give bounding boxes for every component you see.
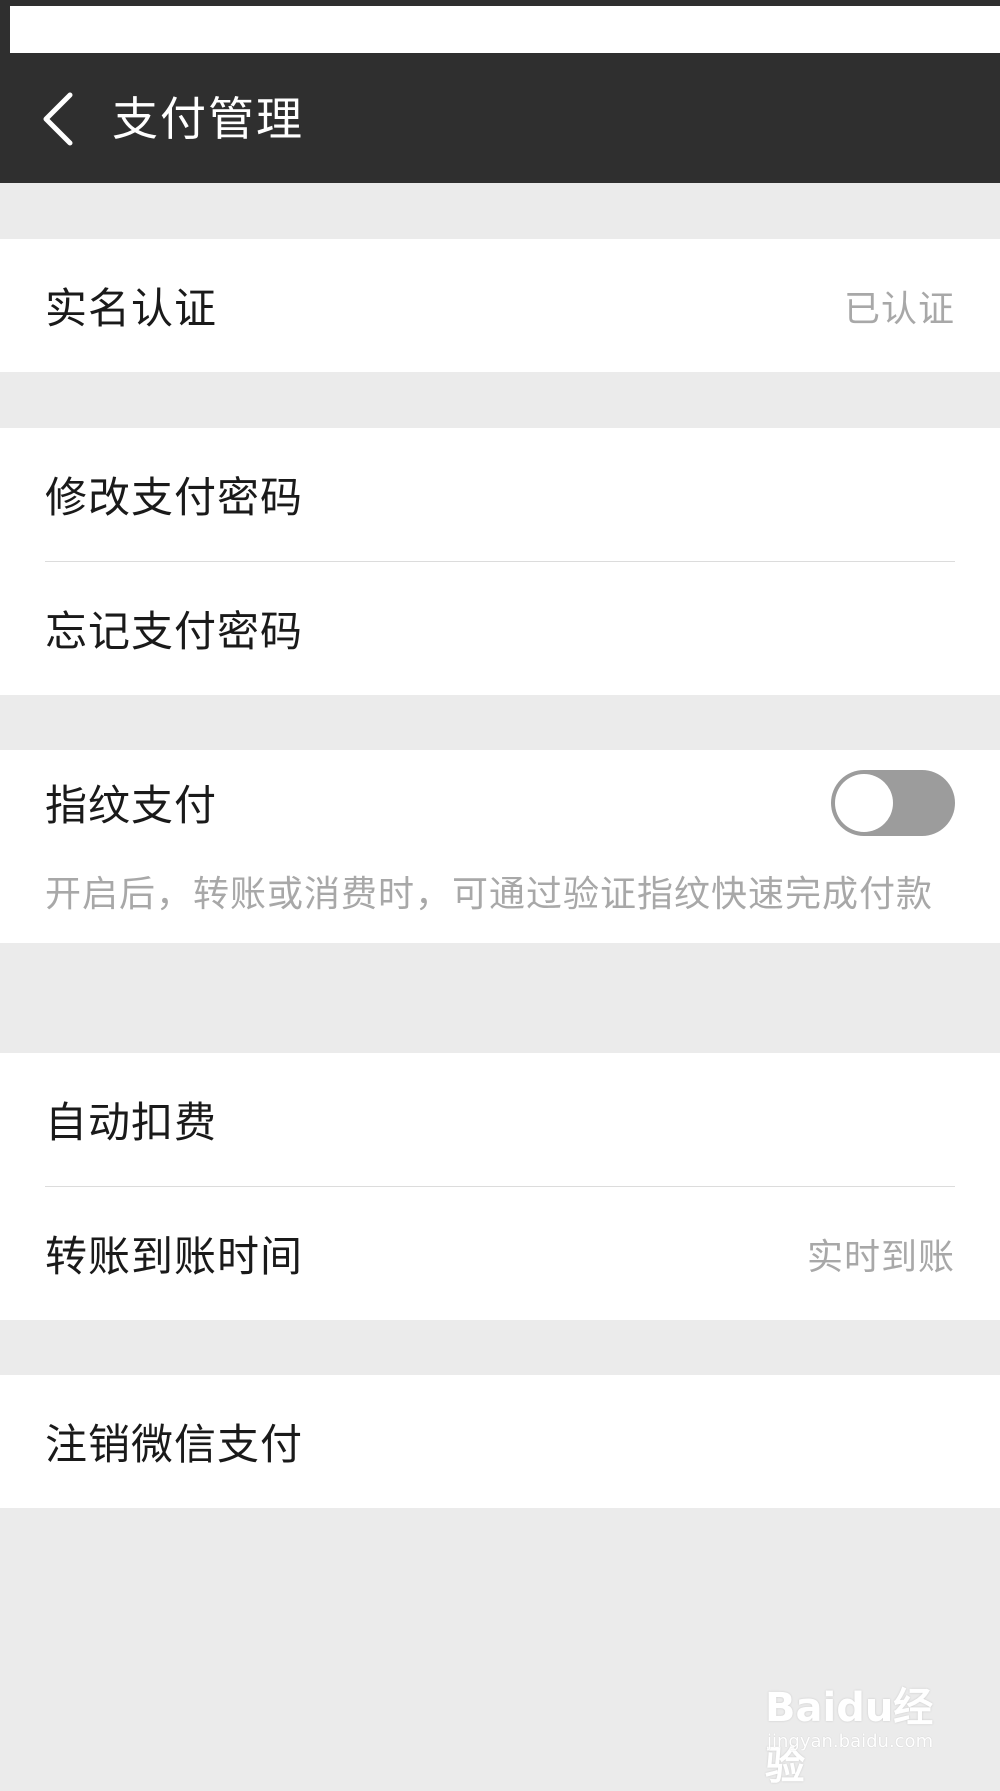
real-name-verification-row[interactable]: 实名认证 已认证 xyxy=(0,239,1000,372)
cancel-wechat-pay-label: 注销微信支付 xyxy=(45,1420,304,1469)
forgot-password-label: 忘记支付密码 xyxy=(45,607,304,656)
page-title: 支付管理 xyxy=(112,92,304,146)
auto-deduction-label: 自动扣费 xyxy=(45,1098,218,1147)
fingerprint-description: 开启后，转账或消费时，可通过验证指纹快速完成付款 xyxy=(45,874,934,915)
cancel-group: 注销微信支付 xyxy=(0,1375,1000,1508)
status-bar-area xyxy=(10,6,1000,53)
cancel-wechat-pay-row[interactable]: 注销微信支付 xyxy=(0,1375,1000,1508)
auto-deduction-row[interactable]: 自动扣费 xyxy=(0,1053,1000,1186)
verification-group: 实名认证 已认证 xyxy=(0,239,1000,372)
password-group: 修改支付密码 忘记支付密码 xyxy=(0,428,1000,695)
chevron-left-icon xyxy=(43,92,73,146)
fingerprint-group: 指纹支付 开启后，转账或消费时，可通过验证指纹快速完成付款 xyxy=(0,750,1000,943)
baidu-jingyan-watermark: Baidu经验 jingyan.baidu.com xyxy=(765,1665,965,1789)
deduction-group: 自动扣费 转账到账时间 实时到账 xyxy=(0,1053,1000,1320)
fingerprint-row: 指纹支付 xyxy=(0,750,1000,855)
fingerprint-label: 指纹支付 xyxy=(45,781,218,830)
navigation-bar: 支付管理 xyxy=(0,55,1000,183)
forgot-password-row[interactable]: 忘记支付密码 xyxy=(0,562,1000,695)
real-name-verification-label: 实名认证 xyxy=(45,284,218,333)
transfer-time-row[interactable]: 转账到账时间 实时到账 xyxy=(0,1187,1000,1320)
toggle-knob xyxy=(835,773,893,832)
watermark-url: jingyan.baidu.com xyxy=(767,1731,934,1752)
change-password-label: 修改支付密码 xyxy=(45,473,304,522)
transfer-time-value: 实时到账 xyxy=(806,1236,955,1278)
fingerprint-toggle[interactable] xyxy=(831,769,955,836)
transfer-time-label: 转账到账时间 xyxy=(45,1232,304,1281)
verification-status: 已认证 xyxy=(843,288,955,330)
change-password-row[interactable]: 修改支付密码 xyxy=(0,428,1000,561)
status-bar xyxy=(0,0,1000,55)
back-button[interactable] xyxy=(28,83,88,155)
